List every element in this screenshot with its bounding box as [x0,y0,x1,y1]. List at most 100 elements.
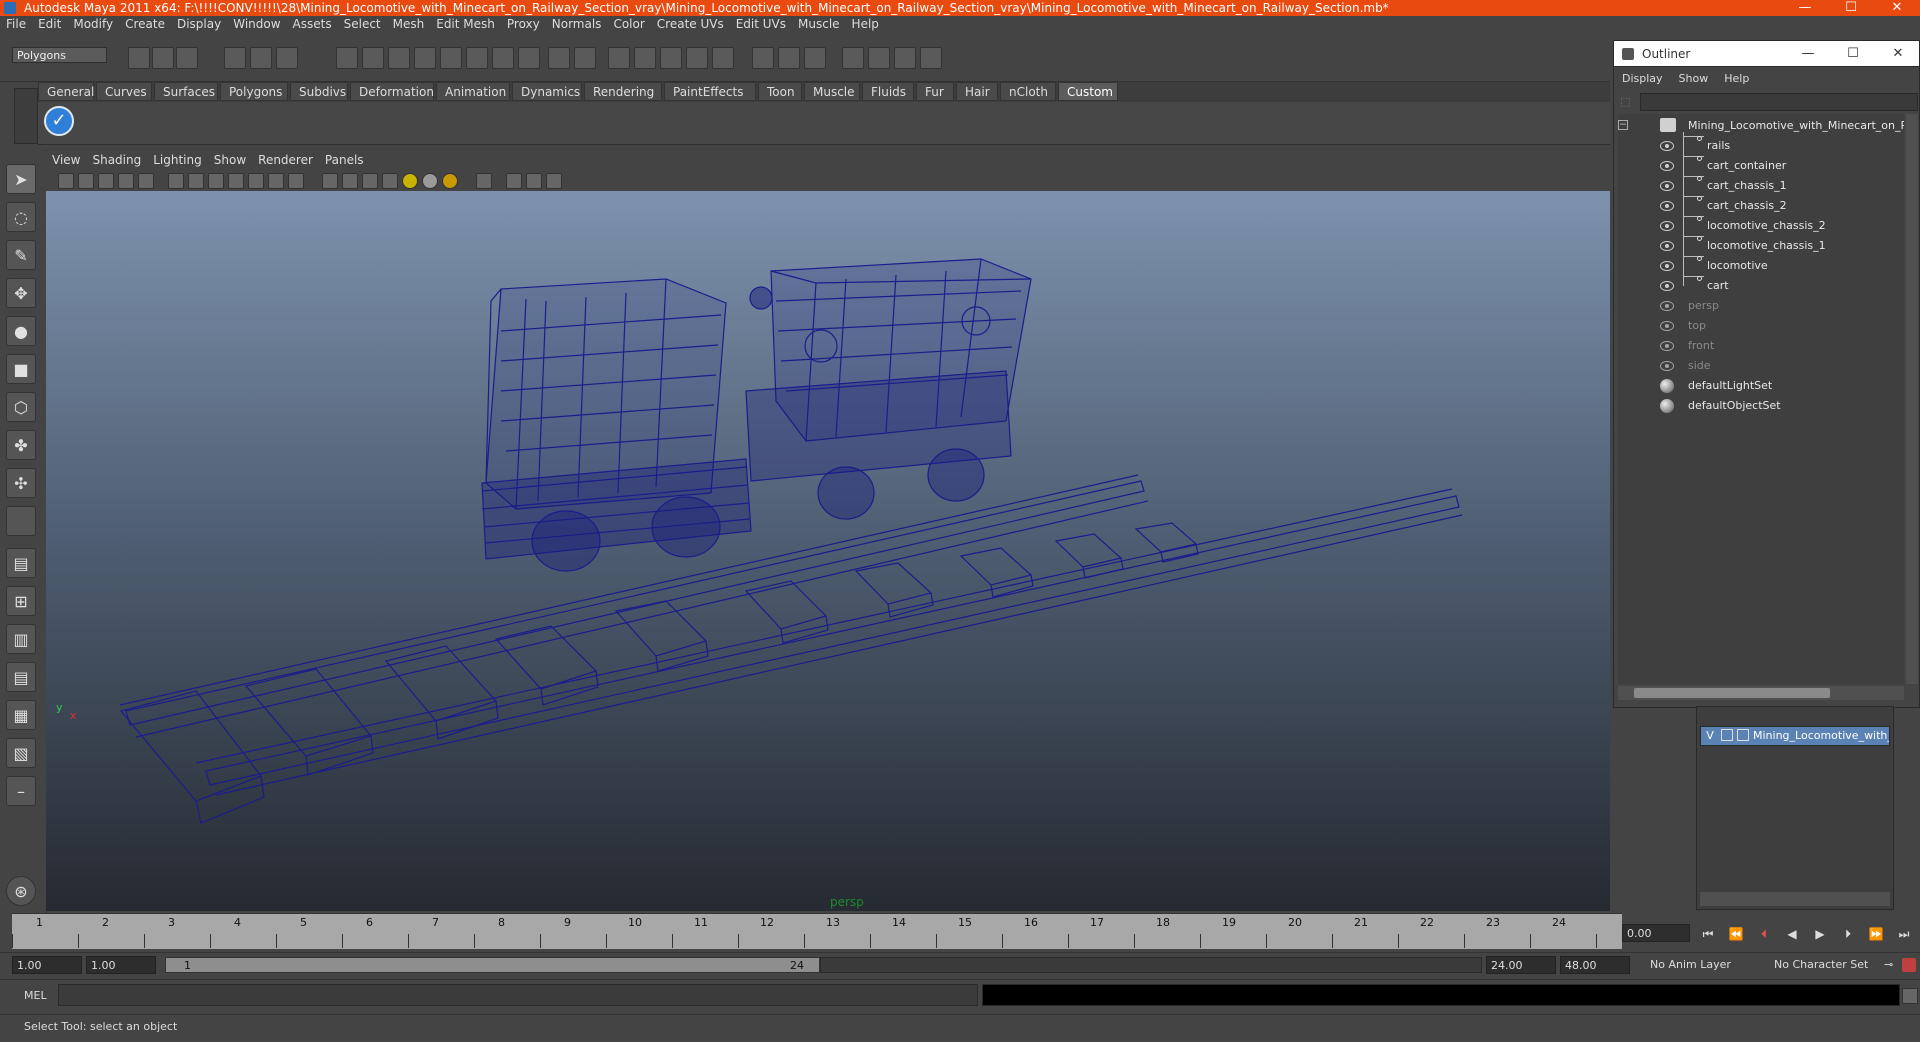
layer-visibility-toggle[interactable]: V [1703,727,1717,745]
gate-mask-icon[interactable] [208,173,224,189]
display-layer-row[interactable]: V Mining_Locomotive_with_Minecart_on_Rai… [1700,726,1890,746]
manipulator-tool-icon[interactable]: ⬡ [6,392,36,422]
image-plane-icon[interactable] [118,173,134,189]
menu-edit-mesh[interactable]: Edit Mesh [430,16,501,33]
menu-mesh[interactable]: Mesh [387,16,431,33]
grid-toggle-icon[interactable] [138,173,154,189]
hud-icon[interactable] [506,173,522,189]
layout-graph-icon[interactable]: ▦ [6,700,36,730]
smooth-shading-icon[interactable] [322,173,338,189]
resolution-gate-icon[interactable] [188,173,204,189]
bookmarks-icon[interactable] [98,173,114,189]
outliner-scroll-thumb[interactable] [1634,688,1830,698]
help-icon[interactable] [518,47,540,69]
step-back-frame-icon[interactable]: ⏴ [1754,926,1774,942]
select-component-icon[interactable] [276,47,298,69]
layout-toggle-icon[interactable]: – [6,776,36,806]
outliner-item-cart-chassis-2[interactable]: cart_chassis_2 [1707,196,1787,216]
save-scene-icon[interactable] [176,47,198,69]
outliner-item-locomotive-chassis-1[interactable]: locomotive_chassis_1 [1707,236,1826,256]
close-button[interactable]: ✕ [1874,0,1920,16]
layout-single-pane-icon[interactable]: ▤ [6,548,36,578]
select-tool-icon[interactable]: ➤ [6,164,36,194]
tab-painteffects[interactable]: PaintEffects [664,82,756,101]
xray-icon[interactable] [362,173,378,189]
layout-single-icon[interactable] [842,47,864,69]
last-tool-icon[interactable] [6,506,36,536]
layout-persp-graph-icon[interactable] [920,47,942,69]
tab-custom[interactable]: Custom [1058,82,1118,101]
hypershade-icon[interactable] [686,47,708,69]
outliner-item-persp[interactable]: persp [1688,296,1719,316]
show-manipulator-icon[interactable]: ✣ [6,468,36,498]
tab-subdivs[interactable]: Subdivs [290,82,348,101]
menu-edit[interactable]: Edit [32,16,67,33]
outliner-item-side[interactable]: side [1688,356,1711,376]
layout-two-side-icon[interactable]: ▥ [6,624,36,654]
tab-polygons[interactable]: Polygons [220,82,288,101]
outliner-item-locomotive[interactable]: locomotive [1707,256,1768,276]
range-slider-track[interactable] [820,957,1482,973]
tab-ncloth[interactable]: nCloth [1000,82,1056,101]
tab-deformation[interactable]: Deformation [350,82,434,101]
snap-curve-icon[interactable] [362,47,384,69]
layout-four-icon[interactable] [868,47,890,69]
show-channel-box-icon[interactable] [752,47,774,69]
start-time-field[interactable]: 1.00 [12,956,82,974]
ipr-render-icon[interactable] [634,47,656,69]
textured-icon[interactable] [382,173,398,189]
wireframe-on-shaded-icon[interactable] [342,173,358,189]
layout-two-stacked-icon[interactable]: ▤ [6,662,36,692]
anim-layer-dropdown[interactable]: No Anim Layer [1650,956,1760,974]
outliner-item-cart-container[interactable]: cart_container [1707,156,1786,176]
layout-persp-outliner-icon[interactable] [894,47,916,69]
playback-end-field[interactable]: 24.00 [1486,956,1556,974]
time-slider[interactable]: 1 2 3 4 5 6 7 8 9 10 11 12 13 14 15 16 1… [12,913,1622,949]
all-lights-icon[interactable] [422,173,438,189]
input-ops-icon[interactable] [492,47,514,69]
lock-icon[interactable] [548,47,570,69]
viewport-settings-icon[interactable] [546,173,562,189]
outliner-item-front[interactable]: front [1688,336,1714,356]
menu-proxy[interactable]: Proxy [501,16,546,33]
lasso-tool-icon[interactable]: ◌ [6,202,36,232]
outliner-close-button[interactable]: ✕ [1878,40,1918,67]
make-live-icon[interactable] [440,47,462,69]
perspective-viewport[interactable]: y x [46,191,1610,911]
tab-fur[interactable]: Fur [916,82,954,101]
tab-surfaces[interactable]: Surfaces [154,82,218,101]
viewport-menu-lighting[interactable]: Lighting [147,151,208,169]
scale-tool-icon[interactable]: ■ [6,354,36,384]
soft-modification-icon[interactable]: ✤ [6,430,36,460]
menu-help[interactable]: Help [846,16,885,33]
tab-rendering[interactable]: Rendering [584,82,662,101]
wireframe-shading-icon[interactable] [288,173,304,189]
select-camera-icon[interactable] [58,173,74,189]
outliner-item-rails[interactable]: rails [1707,136,1730,156]
rotate-tool-icon[interactable]: ● [6,316,36,346]
menu-muscle[interactable]: Muscle [792,16,846,33]
layer-horizontal-scrollbar[interactable] [1700,892,1890,906]
menu-modify[interactable]: Modify [67,16,119,33]
layout-four-pane-icon[interactable]: ⊞ [6,586,36,616]
maximize-button[interactable]: ☐ [1828,0,1874,16]
current-time-field[interactable]: 0.00 [1622,924,1690,942]
layer-playback-toggle[interactable] [1721,729,1733,741]
default-lighting-icon[interactable] [402,173,418,189]
layout-hypershade-icon[interactable]: ▧ [6,738,36,768]
viewport-menu-show[interactable]: Show [208,151,252,169]
menu-select[interactable]: Select [338,16,387,33]
snap-grid-icon[interactable] [336,47,358,69]
menu-window[interactable]: Window [227,16,286,33]
open-scene-icon[interactable] [152,47,174,69]
two-sided-lighting-icon[interactable] [526,173,542,189]
character-set-dropdown[interactable]: No Character Set [1774,956,1884,974]
select-hierarchy-icon[interactable] [224,47,246,69]
tab-fluids[interactable]: Fluids [862,82,914,101]
tab-hair[interactable]: Hair [956,82,998,101]
outliner-item-default-object-set[interactable]: defaultObjectSet [1688,396,1781,416]
outliner-root-item[interactable]: Mining_Locomotive_with_Minecart_on_Railw… [1688,116,1904,136]
new-scene-icon[interactable] [128,47,150,69]
step-forward-frame-icon[interactable]: ⏵ [1838,926,1858,942]
end-time-field[interactable]: 48.00 [1560,956,1630,974]
